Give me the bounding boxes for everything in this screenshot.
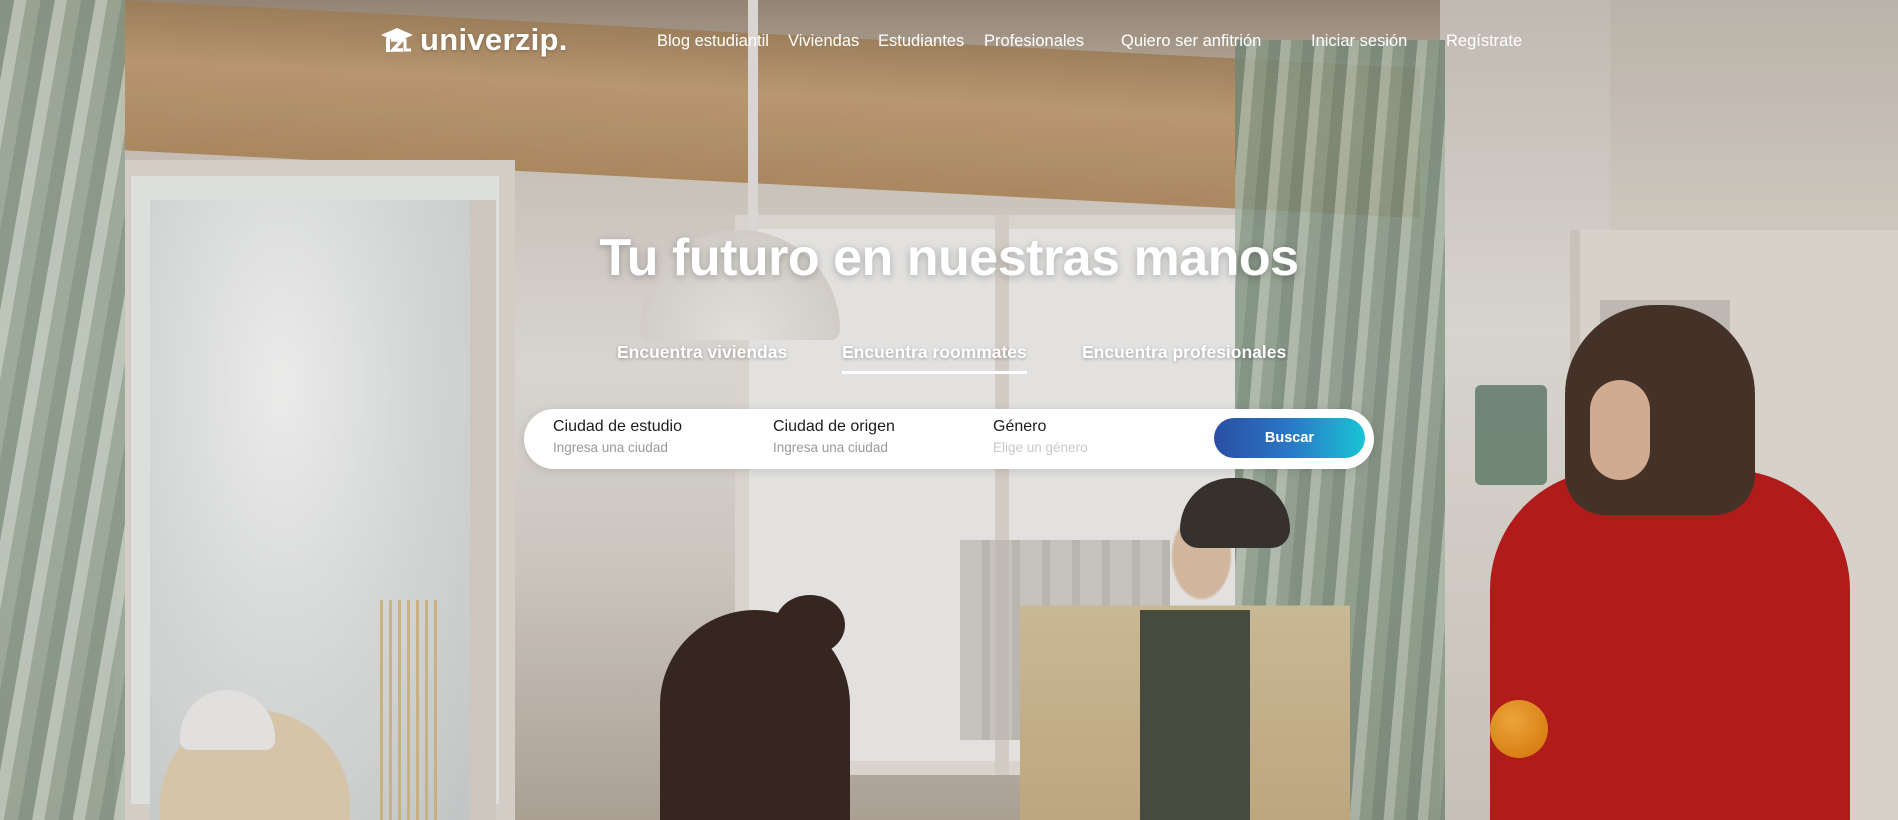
nav-link-viviendas[interactable]: Viviendas	[788, 32, 859, 51]
brand-name: univerzip.	[420, 22, 568, 57]
graduation-cap-icon	[381, 28, 413, 52]
search-bar: Ciudad de estudio Ingresa una ciudad Ciu…	[524, 409, 1374, 469]
nav-link-estudiantes[interactable]: Estudiantes	[878, 32, 964, 51]
nav-link-become-host[interactable]: Quiero ser anfitrión	[1121, 32, 1261, 51]
study-city-input[interactable]: Ingresa una ciudad	[553, 440, 682, 455]
login-link[interactable]: Iniciar sesión	[1311, 32, 1407, 51]
hero-title: Tu futuro en nuestras manos	[599, 229, 1299, 287]
study-city-label: Ciudad de estudio	[553, 418, 682, 435]
tab-find-professionals[interactable]: Encuentra profesionales	[1082, 342, 1286, 371]
nav-link-profesionales[interactable]: Profesionales	[984, 32, 1084, 51]
study-city-field[interactable]: Ciudad de estudio Ingresa una ciudad	[553, 418, 682, 455]
tab-find-roommates[interactable]: Encuentra roommates	[842, 342, 1027, 374]
search-button[interactable]: Buscar	[1214, 418, 1365, 458]
gender-field[interactable]: Género Elige un género	[993, 418, 1088, 455]
tab-find-housing[interactable]: Encuentra viviendas	[617, 342, 787, 371]
brand-logo[interactable]: univerzip.	[380, 22, 568, 58]
origin-city-input[interactable]: Ingresa una ciudad	[773, 440, 895, 455]
origin-city-label: Ciudad de origen	[773, 418, 895, 435]
nav-link-blog[interactable]: Blog estudiantil	[657, 32, 769, 51]
gender-label: Género	[993, 418, 1047, 435]
register-link[interactable]: Regístrate	[1446, 32, 1522, 51]
gender-select[interactable]: Elige un género	[993, 440, 1088, 455]
site-header: univerzip. Blog estudiantil Viviendas Es…	[0, 0, 1898, 84]
origin-city-field[interactable]: Ciudad de origen Ingresa una ciudad	[773, 418, 895, 455]
